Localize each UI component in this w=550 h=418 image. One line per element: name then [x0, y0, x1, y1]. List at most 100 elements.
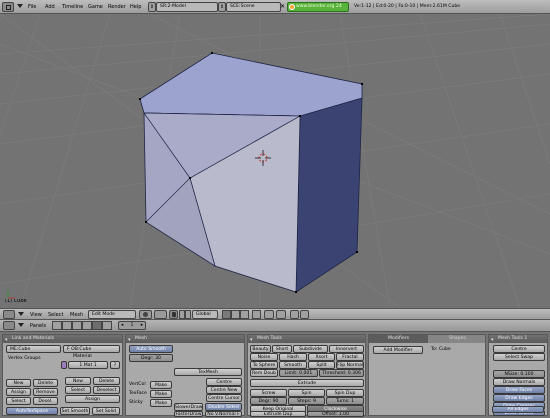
pivot-button[interactable] — [154, 310, 167, 319]
vgroup-assign-button[interactable]: Assign — [6, 388, 31, 396]
material-help-button[interactable]: ? — [110, 361, 120, 369]
editor-type-icon[interactable] — [3, 310, 15, 319]
edge-select-mode[interactable] — [231, 310, 240, 319]
spin-dup-button[interactable]: Spin Dup — [326, 389, 364, 397]
panel-title[interactable]: ▾ Mesh — [126, 335, 244, 343]
fractal-button[interactable]: Fractal — [336, 353, 364, 361]
tab-modifiers[interactable]: Modifiers — [369, 335, 428, 343]
autotexspace-toggle[interactable]: AutoTexSpace — [6, 407, 58, 415]
menu-mesh[interactable]: Mesh — [70, 311, 83, 319]
collapse-menu-icon[interactable] — [18, 312, 24, 316]
draw-type-button[interactable] — [139, 310, 152, 319]
scene-name-field[interactable]: SCE:Scene — [226, 2, 281, 12]
short-toggle[interactable]: Short — [272, 345, 292, 353]
centre-button[interactable]: Centre — [493, 345, 545, 353]
xsort-button[interactable]: Xsort — [308, 353, 335, 361]
to-sphere-button[interactable]: To Sphere — [250, 361, 278, 369]
screw-turns-field[interactable]: Turns: 1 — [326, 397, 364, 405]
add-modifier-button[interactable]: Add Modifier — [373, 346, 423, 354]
mode-select[interactable]: Edit Mode — [88, 310, 136, 319]
normal-size-field[interactable]: NSize: 0.100 — [493, 370, 545, 378]
draw-edges-toggle[interactable]: Draw Edges — [493, 394, 545, 402]
extrude-button[interactable]: Extrude — [250, 379, 364, 387]
menu-timeline[interactable]: Timeline — [62, 3, 83, 11]
smooth-button[interactable]: Smooth — [279, 361, 307, 369]
texface-make-button[interactable]: Make — [150, 390, 172, 398]
frame-left-arrow-icon[interactable]: ◂ — [121, 322, 123, 329]
offset-field[interactable]: Offset: 1.00 — [307, 411, 364, 417]
split-button[interactable]: Split — [308, 361, 335, 369]
window-type-icon[interactable] — [2, 2, 14, 12]
material-index-field[interactable]: 1 Mat 1 — [68, 361, 108, 369]
3d-viewport[interactable]: (1) Cube — [0, 14, 550, 308]
centre-new-button[interactable]: Centre New — [206, 386, 242, 394]
render-preview-button[interactable] — [290, 310, 299, 319]
editing-context-icon[interactable] — [92, 321, 102, 330]
panel-title[interactable]: ▾ Mesh Tools 1 — [489, 335, 547, 343]
shading-context-icon[interactable] — [72, 321, 82, 330]
flip-normal-button[interactable]: Flip Normal — [336, 361, 364, 369]
mesh-datablock-field[interactable]: ME:Cube — [6, 345, 61, 353]
draw-normals-toggle[interactable]: Draw Normals — [493, 378, 545, 386]
vertex-select-mode[interactable] — [222, 310, 231, 319]
screen-name-field[interactable]: SR:2-Model — [156, 2, 218, 12]
collapse-menu-icon[interactable] — [17, 4, 23, 8]
screw-button[interactable]: Screw — [250, 389, 287, 397]
orientation-select[interactable]: Global — [192, 310, 218, 319]
collapse-menu-icon[interactable] — [18, 323, 24, 327]
frame-right-arrow-icon[interactable]: ▸ — [141, 322, 143, 329]
editor-type-icon[interactable] — [3, 321, 15, 330]
object-name-field[interactable]: F OB:Cube — [63, 345, 120, 353]
select-swap-button[interactable]: Select Swap — [493, 353, 545, 361]
scene-close-icon[interactable]: ✕ — [280, 2, 286, 12]
collapse-triangle-icon[interactable]: ▾ — [5, 336, 8, 343]
material-deselect-button[interactable]: Deselect — [93, 386, 120, 394]
menu-game[interactable]: Game — [88, 3, 103, 11]
vertcol-make-button[interactable]: Make — [150, 381, 172, 389]
auto-smooth-toggle[interactable]: Auto Smooth — [129, 345, 173, 353]
screen-browse-button[interactable]: ⇕ — [148, 2, 156, 12]
occlude-toggle[interactable] — [252, 310, 261, 319]
menu-add[interactable]: Add — [45, 3, 55, 11]
collapse-triangle-icon[interactable]: ▾ — [128, 336, 131, 343]
subdivide-button[interactable]: Subdivide — [293, 345, 328, 353]
all-edges-toggle[interactable]: All Edges — [492, 406, 544, 413]
hash-button[interactable]: Hash — [279, 353, 307, 361]
spin-steps-field[interactable]: Steps: 9 — [288, 397, 325, 405]
frame-number-field[interactable]: ◂ 1 ▸ — [118, 321, 146, 330]
vgroup-select-button[interactable]: Select — [6, 397, 31, 405]
innervert-button[interactable]: Innervert — [329, 345, 364, 353]
material-delete-button[interactable]: Delete — [93, 377, 120, 385]
panel-title[interactable]: ▾ Link and Materials — [3, 335, 122, 343]
material-assign-button[interactable]: Assign — [65, 395, 120, 403]
draw-faces-toggle[interactable]: Draw Faces — [493, 386, 545, 394]
vgroup-remove-button[interactable]: Remove — [33, 388, 58, 396]
manipulator-rotate[interactable] — [185, 310, 191, 319]
slower-draw-button[interactable]: SlowerDraw — [174, 403, 203, 411]
set-solid-button[interactable]: Set Solid — [92, 407, 120, 415]
script-context-icon[interactable] — [62, 321, 72, 330]
collapse-triangle-icon[interactable]: ▾ — [250, 336, 253, 343]
viewport-canvas[interactable] — [0, 14, 550, 308]
face-select-mode[interactable] — [240, 310, 249, 319]
vgroup-delete-button[interactable]: Delete — [33, 379, 58, 387]
blender-url-link[interactable]: www.blender.org 24 — [287, 2, 349, 12]
snap-toggle[interactable] — [276, 310, 286, 319]
vgroup-deselect-button[interactable]: Desel. — [33, 397, 58, 405]
remove-doubles-button[interactable]: Rem Doub — [250, 369, 278, 377]
beauty-toggle[interactable]: Beauty — [250, 345, 271, 353]
faster-draw-button[interactable]: FasterDraw — [174, 411, 203, 417]
limit-field[interactable]: Limit: 0.001 — [279, 369, 318, 377]
extrude-dup-button[interactable]: Extrude Dup — [250, 411, 306, 417]
menu-file[interactable]: File — [28, 3, 36, 11]
menu-render[interactable]: Render — [108, 3, 126, 11]
scene-browse-button[interactable]: ⇕ — [218, 2, 226, 12]
material-select-button[interactable]: Select — [65, 386, 91, 394]
material-new-button[interactable]: New — [65, 377, 91, 385]
menu-select[interactable]: Select — [48, 311, 63, 319]
menu-view[interactable]: View — [30, 311, 42, 319]
material-color-swatch[interactable] — [61, 361, 67, 369]
noise-button[interactable]: Noise — [250, 353, 278, 361]
menu-help[interactable]: Help — [130, 3, 141, 11]
double-sided-toggle[interactable]: Double Sided — [205, 403, 242, 411]
